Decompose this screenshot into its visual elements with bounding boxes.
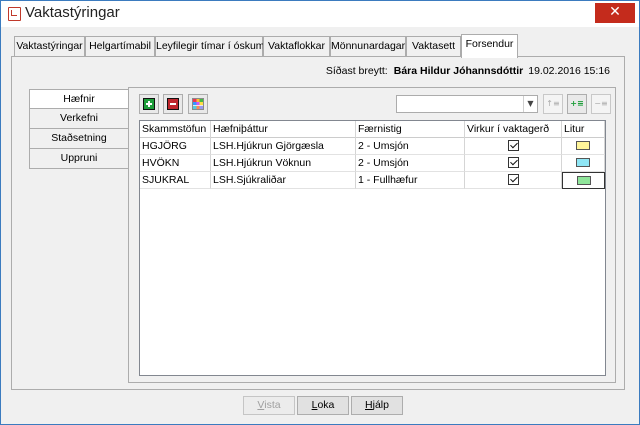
tab-vaktaflokkar[interactable]: Vaktaflokkar	[263, 36, 330, 57]
cell-color-selected[interactable]	[562, 172, 605, 189]
active-checkbox[interactable]	[507, 174, 519, 185]
cell-abbr[interactable]: HGJÖRG	[140, 138, 211, 155]
tab-leyfilegir-timar[interactable]: Leyfilegir tímar í óskum	[155, 36, 265, 57]
remove-icon	[167, 98, 179, 110]
cell-active[interactable]	[465, 138, 562, 155]
active-checkbox[interactable]	[507, 157, 519, 168]
color-swatch[interactable]	[576, 176, 591, 185]
cell-level[interactable]: 2 - Umsjón	[356, 155, 465, 172]
cell-level[interactable]: 2 - Umsjón	[356, 138, 465, 155]
color-swatch[interactable]	[576, 158, 590, 167]
color-picker-button[interactable]	[188, 94, 208, 114]
column-header-abbr[interactable]: Skammstöfun	[140, 121, 211, 138]
column-header-skill[interactable]: Hæfniþáttur	[211, 121, 356, 138]
tab-vaktasett[interactable]: Vaktasett	[406, 36, 461, 57]
cell-skill[interactable]: LSH.Sjúkraliðar	[211, 172, 356, 189]
tab-helgartimabil[interactable]: Helgartímabil	[85, 36, 155, 57]
color-grid-icon	[192, 98, 204, 110]
side-tab-uppruni[interactable]: Uppruni	[29, 149, 129, 169]
cell-abbr[interactable]: SJUKRAL	[140, 172, 211, 189]
side-tab-list: Hæfnir Verkefni Staðsetning Uppruni	[29, 89, 129, 169]
help-button[interactable]: Hjálp	[351, 396, 403, 415]
cell-color[interactable]	[562, 138, 605, 155]
table-row[interactable]: HGJÖRG LSH.Hjúkrun Gjörgæsla 2 - Umsjón	[140, 138, 605, 155]
table-row[interactable]: SJUKRAL LSH.Sjúkraliðar 1 - Fullhæfur	[140, 172, 605, 189]
sort-desc-button[interactable]: −≡	[591, 94, 611, 114]
forsendur-panel: Síðast breytt: Bára Hildur Jóhannsdóttir 1…	[11, 56, 625, 390]
cell-skill[interactable]: LSH.Hjúkrun Gjörgæsla	[211, 138, 356, 155]
last-changed-info: Síðast breytt: Bára Hildur Jóhannsdóttir 1…	[326, 65, 610, 77]
title-bar: Vaktastýringar ✕	[1, 1, 639, 27]
tab-vaktastyringar[interactable]: Vaktastýringar	[14, 36, 85, 57]
side-tab-verkefni[interactable]: Verkefni	[29, 109, 129, 129]
last-changed-user: Bára Hildur Jóhannsdóttir	[393, 65, 524, 77]
filter-combobox[interactable]: ▼	[396, 95, 538, 113]
calendar-icon	[8, 7, 21, 21]
skills-table: Skammstöfun Hæfniþáttur Færnistig Virkur…	[139, 120, 606, 376]
column-header-active[interactable]: Virkur í vaktagerð	[465, 121, 562, 138]
sort-add-button[interactable]: +≡	[567, 94, 587, 114]
remove-row-button[interactable]	[163, 94, 183, 114]
table-row[interactable]: HVÖKN LSH.Hjúkrun Vöknun 2 - Umsjón	[140, 155, 605, 172]
sort-add-icon: +≡	[570, 99, 584, 108]
last-changed-label: Síðast breytt:	[325, 65, 388, 77]
tab-forsendur[interactable]: Forsendur	[461, 34, 518, 58]
cell-skill[interactable]: LSH.Hjúkrun Vöknun	[211, 155, 356, 172]
side-tab-stadsetning[interactable]: Staðsetning	[29, 129, 129, 149]
cell-active[interactable]	[465, 155, 562, 172]
cell-abbr[interactable]: HVÖKN	[140, 155, 211, 172]
sort-asc-icon: ↑≡	[546, 99, 560, 108]
main-window: Vaktastýringar ✕ Vaktastýringar Helgartí…	[0, 0, 640, 425]
window-title: Vaktastýringar	[25, 4, 120, 21]
close-dialog-button[interactable]: Loka	[297, 396, 349, 415]
add-icon	[143, 98, 155, 110]
close-button[interactable]: ✕	[595, 3, 635, 23]
last-changed-timestamp: 19.02.2016 15:16	[528, 65, 610, 77]
cell-level[interactable]: 1 - Fullhæfur	[356, 172, 465, 189]
column-header-level[interactable]: Færnistig	[356, 121, 465, 138]
column-header-color[interactable]: Litur	[562, 121, 605, 138]
chevron-down-icon[interactable]: ▼	[523, 96, 537, 112]
skills-panel: ▼ ↑≡ +≡ −≡ Skammstöfun Hæfniþáttur Færni…	[128, 87, 616, 383]
add-row-button[interactable]	[139, 94, 159, 114]
cell-color[interactable]	[562, 155, 605, 172]
show-button[interactable]: Vista	[243, 396, 295, 415]
table-header: Skammstöfun Hæfniþáttur Færnistig Virkur…	[140, 121, 605, 138]
sort-desc-icon: −≡	[594, 99, 608, 108]
cell-active[interactable]	[465, 172, 562, 189]
active-checkbox[interactable]	[507, 140, 519, 151]
color-swatch[interactable]	[576, 141, 590, 150]
sort-asc-button[interactable]: ↑≡	[543, 94, 563, 114]
tab-monnunardagar[interactable]: Mönnunardagar	[330, 36, 406, 57]
side-tab-haefnir[interactable]: Hæfnir	[29, 89, 129, 109]
